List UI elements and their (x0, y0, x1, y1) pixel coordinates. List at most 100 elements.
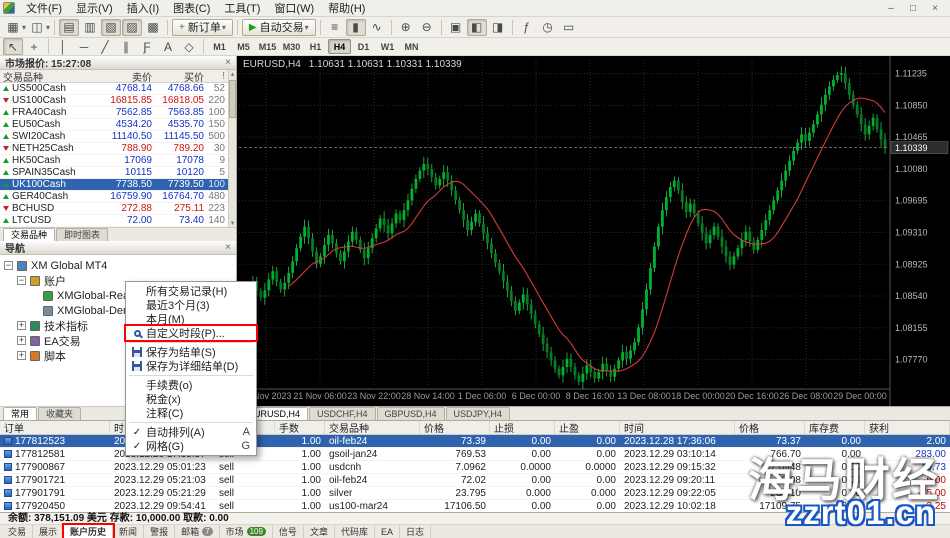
bar-chart-mode-icon[interactable]: ≡ (325, 19, 345, 36)
trend-line-icon[interactable]: ╱ (95, 38, 115, 55)
minimize-button[interactable]: – (884, 3, 898, 14)
market-watch-row[interactable]: GER40Cash16759.9016764.70480 (0, 191, 228, 203)
menu-item[interactable]: 工具(T) (217, 0, 267, 17)
context-menu-item[interactable]: 税金(x) (126, 392, 256, 406)
expand-icon[interactable]: + (17, 336, 26, 345)
menu-item[interactable]: 文件(F) (19, 0, 69, 17)
market-watch-tab[interactable]: 即时图表 (56, 228, 108, 241)
orders-column-header[interactable]: 获利 (865, 421, 950, 434)
timeframe-m15[interactable]: M15 (256, 39, 279, 54)
collapse-icon[interactable]: − (4, 261, 13, 270)
menu-item[interactable]: 显示(V) (69, 0, 120, 17)
strategy-tester-icon[interactable]: ▩ (143, 19, 163, 36)
horizontal-line-icon[interactable]: ─ (74, 38, 94, 55)
scrollbar-thumb[interactable] (229, 80, 236, 118)
market-watch-row[interactable]: FRA40Cash7562.857563.85100 (0, 107, 228, 119)
market-watch-row[interactable]: UK100Cash7738.507739.50100 (0, 179, 228, 191)
context-menu-item[interactable]: 本月(M) (126, 312, 256, 326)
timeframe-w1[interactable]: W1 (376, 39, 399, 54)
price-chart[interactable]: 16 Nov 202321 Nov 06:0023 Nov 22:0028 No… (237, 56, 949, 406)
line-chart-mode-icon[interactable]: ∿ (367, 19, 387, 36)
vertical-line-icon[interactable]: │ (53, 38, 73, 55)
timeframe-h4[interactable]: H4 (328, 39, 351, 54)
timeframe-m1[interactable]: M1 (208, 39, 231, 54)
tab-trade[interactable]: 交易 (2, 525, 33, 538)
data-window-icon[interactable]: ▥ (80, 19, 100, 36)
context-menu-item[interactable]: 最近3个月(3) (126, 298, 256, 312)
market-watch-row[interactable]: BCHUSD272.88275.11223 (0, 203, 228, 215)
timeframe-mn[interactable]: MN (400, 39, 423, 54)
context-menu-item[interactable]: ✓自动排列(A)A (126, 425, 256, 439)
tree-item[interactable]: −XM Global MT4 (0, 258, 236, 273)
chart-profiles-icon[interactable]: ◫ (27, 19, 47, 36)
orders-column-header[interactable]: 交易品种 (325, 421, 420, 434)
menu-item[interactable]: 窗口(W) (267, 0, 321, 17)
periods-icon[interactable]: ◷ (538, 19, 558, 36)
fibonacci-icon[interactable]: Ƒ (137, 38, 157, 55)
navigator-tab[interactable]: 常用 (3, 407, 37, 420)
close-icon[interactable]: × (225, 242, 231, 253)
candlestick-mode-icon[interactable]: ▮ (346, 19, 366, 36)
context-menu-item[interactable]: 自定义时段(P)... (126, 326, 256, 340)
orders-column-header[interactable]: 手数 (275, 421, 325, 434)
timeframe-d1[interactable]: D1 (352, 39, 375, 54)
expand-icon[interactable]: + (17, 351, 26, 360)
timeframe-m30[interactable]: M30 (280, 39, 303, 54)
tab-journal[interactable]: 日志 (400, 525, 431, 538)
indicators-list-icon[interactable]: ƒ (517, 19, 537, 36)
text-label-icon[interactable]: A (158, 38, 178, 55)
context-menu-item[interactable]: 保存为结单(S) (126, 345, 256, 359)
tab-code-base[interactable]: 代码库 (335, 525, 375, 538)
navigator-toggle-icon[interactable]: ▧ (101, 19, 121, 36)
context-menu-item[interactable]: 所有交易记录(H) (126, 284, 256, 298)
chart-tab[interactable]: USDJPY,H4 (446, 407, 510, 420)
channel-icon[interactable]: ∥ (116, 38, 136, 55)
market-watch-row[interactable]: EU50Cash4534.204535.70150 (0, 119, 228, 131)
column-ask[interactable]: 买价 (152, 69, 204, 84)
tab-account-history[interactable]: 账户历史 (64, 525, 113, 538)
arrows-icon[interactable]: ◇ (179, 38, 199, 55)
orders-column-header[interactable]: 库存费 (805, 421, 865, 434)
scroll-up-icon[interactable]: ▴ (231, 70, 235, 78)
market-watch-scrollbar[interactable]: ▴ ▾ (228, 70, 236, 227)
context-menu-item[interactable]: 注释(C) (126, 406, 256, 420)
tab-signals[interactable]: 信号 (273, 525, 304, 538)
chart-tab[interactable]: USDCHF,H4 (309, 407, 376, 420)
close-icon[interactable]: × (225, 57, 231, 68)
tab-experts[interactable]: EA (375, 525, 400, 538)
chart-tab[interactable]: GBPUSD,H4 (377, 407, 445, 420)
market-watch-row[interactable]: US100Cash16815.8516818.05220 (0, 95, 228, 107)
zoom-out-icon[interactable]: ⊖ (417, 19, 437, 36)
crosshair-icon[interactable]: + (24, 38, 44, 55)
auto-scroll-icon[interactable]: ◧ (467, 19, 487, 36)
templates-icon[interactable]: ▭ (559, 19, 579, 36)
menu-item[interactable]: 图表(C) (166, 0, 217, 17)
column-symbol[interactable]: 交易品种 (0, 69, 92, 84)
timeframe-h1[interactable]: H1 (304, 39, 327, 54)
restore-button[interactable]: □ (906, 3, 920, 14)
tab-news[interactable]: 新闻 (113, 525, 144, 538)
column-bid[interactable]: 卖价 (92, 69, 152, 84)
expand-icon[interactable]: + (17, 321, 26, 330)
auto-trading-button[interactable]: ▶自动交易▾ (242, 19, 316, 36)
market-watch-row[interactable]: SWI20Cash11140.5011145.50500 (0, 131, 228, 143)
market-watch-row[interactable]: NETH25Cash788.90789.2030 (0, 143, 228, 155)
column-spread[interactable]: ! (204, 71, 228, 82)
zoom-in-icon[interactable]: ⊕ (396, 19, 416, 36)
navigator-tab[interactable]: 收藏夹 (38, 407, 81, 420)
menu-item[interactable]: 帮助(H) (321, 0, 372, 17)
new-order-button[interactable]: +新订单▾ (172, 19, 233, 36)
orders-column-header[interactable]: 时间 (620, 421, 735, 434)
market-watch-toggle-icon[interactable]: ▤ (59, 19, 79, 36)
chart-area[interactable]: 16 Nov 202321 Nov 06:0023 Nov 22:0028 No… (237, 56, 950, 406)
orders-column-header[interactable]: 订单 (0, 421, 110, 434)
tab-articles[interactable]: 文章 (304, 525, 335, 538)
market-watch-row[interactable]: HK50Cash17069170789 (0, 155, 228, 167)
tab-mailbox[interactable]: 邮箱7 (175, 525, 219, 538)
orders-column-header[interactable]: 价格 (420, 421, 490, 434)
terminal-toggle-icon[interactable]: ▨ (122, 19, 142, 36)
market-watch-row[interactable]: US500Cash4768.144768.6652 (0, 83, 228, 95)
dropdown-arrow-icon[interactable]: ▾ (46, 23, 50, 32)
market-watch-row[interactable]: LTCUSD72.0073.40140 (0, 215, 228, 227)
new-chart-icon[interactable]: ▦ (3, 19, 23, 36)
